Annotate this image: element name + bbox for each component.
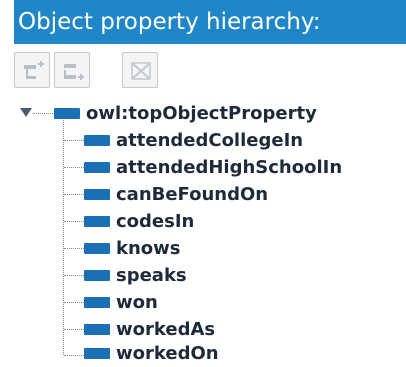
add-sibling-property-icon	[64, 64, 84, 80]
object-property-icon	[84, 270, 110, 281]
object-property-icon	[84, 162, 110, 173]
tree-item-speaks[interactable]: speaks	[0, 262, 406, 289]
delete-property-icon	[131, 62, 151, 80]
tree-item-label: won	[116, 292, 158, 313]
tree-item-won[interactable]: won	[0, 289, 406, 316]
object-property-icon	[54, 108, 80, 119]
object-property-icon	[84, 324, 110, 335]
tree-item-attendedcollegein[interactable]: attendedCollegeIn	[0, 127, 406, 154]
object-property-icon	[84, 348, 110, 359]
object-property-hierarchy-panel: Object property hierarchy: owl:topObject…	[0, 0, 406, 367]
add-sub-property-button[interactable]	[14, 52, 50, 88]
tree-item-label: workedOn	[116, 343, 219, 364]
add-sibling-property-button[interactable]	[54, 52, 90, 88]
object-property-icon	[84, 216, 110, 227]
tree-root-row[interactable]: owl:topObjectProperty	[0, 100, 406, 127]
tree-item-codesin[interactable]: codesIn	[0, 208, 406, 235]
tree-root-label: owl:topObjectProperty	[86, 103, 317, 124]
add-subproperty-icon	[24, 61, 44, 79]
tree-item-label: canBeFoundOn	[116, 184, 269, 205]
delete-property-button[interactable]	[122, 52, 158, 88]
tree-item-knows[interactable]: knows	[0, 235, 406, 262]
tree-item-label: knows	[116, 238, 181, 259]
tree-item-label: attendedHighSchoolIn	[116, 157, 343, 178]
tree-item-attendedhighschoolin[interactable]: attendedHighSchoolIn	[0, 154, 406, 181]
tree-item-label: attendedCollegeIn	[116, 130, 304, 151]
tree-item-workedas[interactable]: workedAs	[0, 316, 406, 343]
tree-item-label: speaks	[116, 265, 187, 286]
object-property-icon	[84, 297, 110, 308]
object-property-icon	[84, 243, 110, 254]
collapse-arrow-icon[interactable]	[20, 108, 32, 117]
tree-item-label: codesIn	[116, 211, 195, 232]
tree-item-workedon[interactable]: workedOn	[0, 340, 406, 367]
tree-item-label: workedAs	[116, 319, 216, 340]
tree-item-canbefoundon[interactable]: canBeFoundOn	[0, 181, 406, 208]
object-property-icon	[84, 135, 110, 146]
object-property-icon	[84, 189, 110, 200]
panel-title: Object property hierarchy:	[14, 0, 406, 44]
